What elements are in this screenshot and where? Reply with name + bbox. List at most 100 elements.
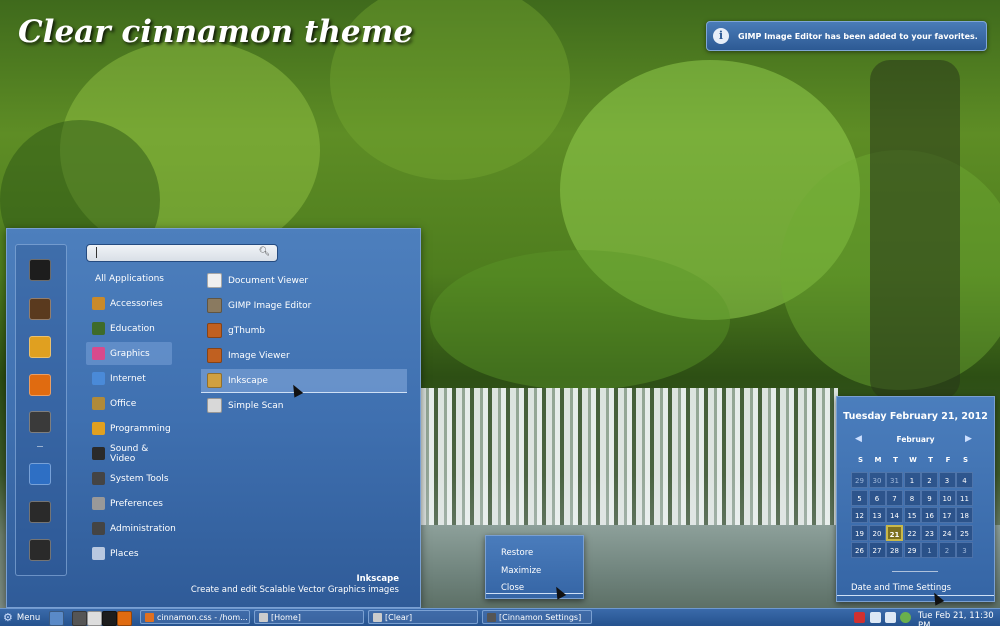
app-image-viewer[interactable]: Image Viewer [201, 344, 407, 367]
volume-icon[interactable] [885, 612, 896, 623]
calendar-day[interactable]: 18 [956, 507, 973, 523]
category-label: All Applications [95, 273, 164, 284]
taskbar-window-button[interactable]: [Clear] [368, 610, 478, 624]
calendar-day[interactable]: 1 [903, 472, 921, 488]
menu-button[interactable]: ⚙ Menu [3, 611, 40, 624]
category-preferences[interactable]: Preferences [86, 492, 172, 515]
calendar-day[interactable]: 30 [868, 472, 886, 488]
power-tray-icon[interactable] [900, 612, 911, 623]
app-label: gThumb [228, 325, 266, 336]
update-icon[interactable] [854, 612, 865, 623]
users-icon[interactable] [29, 336, 51, 358]
app-label: Inkscape [228, 375, 268, 386]
calendar-day[interactable]: 3 [956, 542, 973, 558]
calendar-day[interactable]: 29 [903, 542, 921, 558]
text-cursor [96, 247, 97, 258]
calendar-day[interactable]: 20 [868, 524, 886, 541]
calendar-day[interactable]: 10 [938, 489, 956, 506]
firefox-launcher-icon[interactable] [117, 611, 132, 626]
taskbar-window-button[interactable]: cinnamon.css - /hom... [140, 610, 250, 624]
taskbar-window-button[interactable]: [Home] [254, 610, 364, 624]
app-inkscape[interactable]: Inkscape [201, 369, 407, 393]
calendar-day[interactable]: 2 [938, 542, 956, 558]
calendar-day[interactable]: 4 [956, 472, 973, 488]
calendar-today[interactable]: 21 [886, 524, 903, 541]
calendar-day[interactable]: 15 [903, 507, 921, 523]
category-system-tools[interactable]: System Tools [86, 467, 172, 490]
category-places[interactable]: Places [86, 542, 172, 565]
category-label: Sound & Video [110, 443, 149, 464]
favorite-added-notification[interactable]: i GIMP Image Editor has been added to yo… [706, 21, 987, 51]
category-sound-video[interactable]: Sound & Video [86, 442, 172, 465]
calendar-day[interactable]: 13 [868, 507, 886, 523]
show-desktop-icon[interactable] [49, 611, 64, 626]
terminal-icon[interactable] [29, 259, 51, 281]
category-label: Office [110, 398, 137, 409]
app-gimp-image-editor[interactable]: GIMP Image Editor [201, 294, 407, 317]
accessories-icon [92, 297, 105, 310]
calendar-day[interactable]: 12 [851, 507, 868, 523]
category-education[interactable]: Education [86, 317, 172, 340]
calendar-day[interactable]: 22 [903, 524, 921, 541]
system-monitor-icon[interactable] [29, 298, 51, 320]
calendar-day[interactable]: 16 [921, 507, 938, 523]
category-office[interactable]: Office [86, 392, 172, 415]
desktop-title: Clear cinnamon theme [18, 14, 414, 50]
calendar-day[interactable]: 9 [921, 489, 938, 506]
window-title: cinnamon.css - /hom... [157, 612, 248, 622]
calendar-day[interactable]: 11 [956, 489, 973, 506]
category-administration[interactable]: Administration [86, 517, 176, 540]
inkscape-icon [207, 373, 222, 388]
weekday-header: M [874, 456, 882, 464]
calendar-day[interactable]: 26 [851, 542, 868, 558]
context-restore-item[interactable]: Restore [501, 548, 533, 558]
document-viewer-icon [207, 273, 222, 288]
clock[interactable]: Tue Feb 21, 11:30 PM [918, 611, 1000, 631]
power-icon[interactable] [29, 539, 51, 561]
settings-icon[interactable] [29, 411, 51, 433]
calendar-day[interactable]: 17 [938, 507, 956, 523]
calendar-day[interactable]: 7 [886, 489, 903, 506]
app-document-viewer[interactable]: Document Viewer [201, 269, 407, 292]
calendar-day[interactable]: 19 [851, 524, 868, 541]
computer-icon[interactable] [29, 463, 51, 485]
calendar-day[interactable]: 2 [921, 472, 938, 488]
calendar-day[interactable]: 24 [938, 524, 956, 541]
terminal-launcher-icon[interactable] [102, 611, 117, 626]
files-launcher-icon[interactable] [87, 611, 102, 626]
calendar-day[interactable]: 3 [938, 472, 956, 488]
category-label: Education [110, 323, 155, 334]
taskbar-window-button[interactable]: [Cinnamon Settings] [482, 610, 592, 624]
category-internet[interactable]: Internet [86, 367, 172, 390]
app-label: Simple Scan [228, 400, 284, 411]
search-input[interactable]: 🔍︎ [86, 244, 278, 262]
settings-launcher-icon[interactable] [72, 611, 87, 626]
firefox-icon[interactable] [29, 374, 51, 396]
programming-icon [92, 422, 105, 435]
app-gthumb[interactable]: gThumb [201, 319, 407, 342]
app-simple-scan[interactable]: Simple Scan [201, 394, 407, 417]
next-month-icon[interactable]: ▶ [965, 434, 972, 444]
calendar-day[interactable]: 29 [851, 472, 868, 488]
context-close-item[interactable]: Close [486, 583, 583, 594]
search-icon: 🔍︎ [258, 247, 270, 257]
calendar-day[interactable]: 28 [886, 542, 903, 558]
calendar-day[interactable]: 8 [903, 489, 921, 506]
administration-icon [92, 522, 105, 535]
context-maximize-item[interactable]: Maximize [501, 566, 541, 576]
network-icon[interactable] [870, 612, 881, 623]
calendar-day[interactable]: 5 [851, 489, 868, 506]
calendar-day[interactable]: 25 [956, 524, 973, 541]
weekday-header: T [893, 456, 898, 464]
calendar-day[interactable]: 1 [921, 542, 938, 558]
calendar-day[interactable]: 23 [921, 524, 938, 541]
category-accessories[interactable]: Accessories [86, 292, 172, 315]
calendar-day[interactable]: 27 [868, 542, 886, 558]
category-all-applications[interactable]: All Applications [86, 267, 172, 290]
logout-icon[interactable] [29, 501, 51, 523]
calendar-day[interactable]: 31 [886, 472, 903, 488]
calendar-day[interactable]: 14 [886, 507, 903, 523]
category-graphics[interactable]: Graphics [86, 342, 172, 365]
category-programming[interactable]: Programming [86, 417, 172, 440]
calendar-day[interactable]: 6 [868, 489, 886, 506]
